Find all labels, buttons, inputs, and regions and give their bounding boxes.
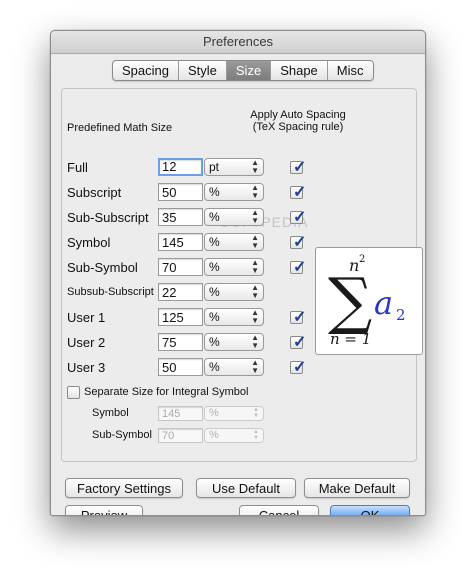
make-default-button[interactable]: Make Default [304, 478, 410, 498]
separate-integral-size-checkbox[interactable] [67, 386, 80, 399]
factory-settings-button[interactable]: Factory Settings [65, 478, 183, 498]
cancel-button[interactable]: Cancel [239, 505, 319, 515]
full-unit-select[interactable]: pt ▲ ▼ [204, 158, 264, 176]
stepper-arrows-icon: ▲ ▼ [251, 233, 259, 250]
stepper-arrows-icon: ▲ ▼ [251, 333, 259, 350]
stepper-arrows-icon: ▲ ▼ [251, 258, 259, 275]
integral-sub-symbol-label: Sub-Symbol [92, 429, 152, 441]
sub-symbol-auto-spacing-checkbox[interactable]: ✓ [290, 259, 306, 276]
tab-size[interactable]: Size [226, 61, 272, 80]
user-2-size-input[interactable]: 75 [158, 333, 203, 351]
user-3-auto-spacing-checkbox[interactable]: ✓ [290, 359, 306, 376]
row-label-sub-symbol: Sub-Symbol [67, 260, 138, 275]
row-label-user-3: User 3 [67, 360, 106, 375]
user-3-unit-select[interactable]: % ▲ ▼ [204, 358, 264, 376]
row-label-subsub-subscript: Subsub-Subscript [67, 286, 154, 298]
auto-spacing-header-line1: Apply Auto Spacing [250, 109, 346, 121]
checkmark-icon: ✓ [293, 184, 307, 201]
stepper-arrows-icon: ▲ ▼ [251, 358, 259, 375]
user-1-auto-spacing-checkbox[interactable]: ✓ [290, 309, 306, 326]
user-1-unit-value: % [209, 310, 220, 324]
stepper-arrows-icon: ▲ ▼ [253, 429, 259, 441]
size-panel: Predefined Math Size Apply Auto Spacing … [61, 88, 423, 462]
preview-lower: n = 1 [330, 330, 371, 348]
preferences-window: Preferences Spacing Style Size Shape Mis… [50, 30, 426, 516]
sub-subscript-unit-value: % [209, 210, 220, 224]
integral-symbol-input[interactable]: 145 [158, 406, 203, 421]
checkmark-icon: ✓ [293, 259, 307, 276]
preview-term: a [374, 284, 393, 322]
sub-subscript-unit-select[interactable]: % ▲ ▼ [204, 208, 264, 226]
row-label-sub-subscript: Sub-Subscript [67, 210, 149, 225]
integral-symbol-unit-value: % [209, 407, 219, 419]
user-1-size-input[interactable]: 125 [158, 308, 203, 326]
sub-symbol-unit-select[interactable]: % ▲ ▼ [204, 258, 264, 276]
sub-subscript-size-input[interactable]: 35 [158, 208, 203, 226]
user-1-unit-select[interactable]: % ▲ ▼ [204, 308, 264, 326]
tab-shape[interactable]: Shape [271, 61, 328, 80]
symbol-unit-value: % [209, 235, 220, 249]
row-label-subscript: Subscript [67, 185, 122, 200]
sub-symbol-unit-value: % [209, 260, 220, 274]
stepper-arrows-icon: ▲ ▼ [251, 283, 259, 300]
tab-misc[interactable]: Misc [328, 61, 373, 80]
auto-spacing-header: Apply Auto Spacing (TeX Spacing rule) [238, 109, 358, 133]
row-label-full: Full [67, 160, 88, 175]
integral-symbol-unit-select[interactable]: % ▲ ▼ [204, 406, 264, 421]
subscript-size-input[interactable]: 50 [158, 183, 203, 201]
stepper-arrows-icon: ▲ ▼ [251, 208, 259, 225]
subscript-unit-select[interactable]: % ▲ ▼ [204, 183, 264, 201]
symbol-auto-spacing-checkbox[interactable]: ✓ [290, 234, 306, 251]
checkmark-icon: ✓ [293, 209, 307, 226]
preview-term-sub: 2 [396, 306, 406, 324]
checkmark-icon: ✓ [293, 334, 307, 351]
stepper-arrows-icon: ▲ ▼ [253, 407, 259, 419]
stepper-arrows-icon: ▲ ▼ [251, 308, 259, 325]
user-2-unit-select[interactable]: % ▲ ▼ [204, 333, 264, 351]
stepper-arrows-icon: ▲ ▼ [251, 183, 259, 200]
subsub-subscript-size-input[interactable]: 22 [158, 283, 203, 301]
full-unit-value: pt [209, 160, 220, 174]
integral-sub-symbol-unit-value: % [209, 429, 219, 441]
ok-button[interactable]: OK [330, 505, 410, 515]
preview-button[interactable]: Preview [65, 505, 143, 515]
tab-spacing[interactable]: Spacing [113, 61, 179, 80]
sub-symbol-size-input[interactable]: 70 [158, 258, 203, 276]
stepper-arrows-icon: ▲ ▼ [251, 158, 259, 175]
user-3-size-input[interactable]: 50 [158, 358, 203, 376]
use-default-button[interactable]: Use Default [196, 478, 296, 498]
user-3-unit-value: % [209, 360, 220, 374]
symbol-size-input[interactable]: 145 [158, 233, 203, 251]
checkmark-icon: ✓ [293, 309, 307, 326]
checkmark-icon: ✓ [293, 359, 307, 376]
integral-sub-symbol-input[interactable]: 70 [158, 428, 203, 443]
separate-integral-size-label: Separate Size for Integral Symbol [84, 386, 249, 398]
predefined-size-header: Predefined Math Size [67, 122, 173, 134]
integral-sub-symbol-unit-select[interactable]: % ▲ ▼ [204, 428, 264, 443]
user-2-auto-spacing-checkbox[interactable]: ✓ [290, 334, 306, 351]
formula-preview: n 2 ∑ a 2 n = 1 [315, 247, 423, 355]
full-size-input[interactable]: 12 [158, 158, 203, 176]
user-2-unit-value: % [209, 335, 220, 349]
checkmark-icon: ✓ [293, 234, 307, 251]
tab-bar: Spacing Style Size Shape Misc [112, 60, 374, 81]
auto-spacing-header-line2: (TeX Spacing rule) [252, 121, 344, 133]
tab-style[interactable]: Style [179, 61, 227, 80]
subscript-auto-spacing-checkbox[interactable]: ✓ [290, 184, 306, 201]
symbol-unit-select[interactable]: % ▲ ▼ [204, 233, 264, 251]
window-title: Preferences [51, 31, 425, 54]
row-label-user-2: User 2 [67, 335, 106, 350]
subsub-subscript-unit-select[interactable]: % ▲ ▼ [204, 283, 264, 301]
window-content: Spacing Style Size Shape Misc Predefined… [51, 54, 425, 515]
summation-preview-graphic: n 2 ∑ a 2 n = 1 [328, 254, 406, 348]
preview-sigma: ∑ [328, 264, 372, 337]
integral-symbol-label: Symbol [92, 407, 129, 419]
row-label-symbol: Symbol [67, 235, 111, 250]
subsub-subscript-unit-value: % [209, 285, 220, 299]
checkmark-icon: ✓ [293, 159, 307, 176]
sub-subscript-auto-spacing-checkbox[interactable]: ✓ [290, 209, 306, 226]
subscript-unit-value: % [209, 185, 220, 199]
full-auto-spacing-checkbox[interactable]: ✓ [290, 159, 306, 176]
row-label-user-1: User 1 [67, 310, 106, 325]
